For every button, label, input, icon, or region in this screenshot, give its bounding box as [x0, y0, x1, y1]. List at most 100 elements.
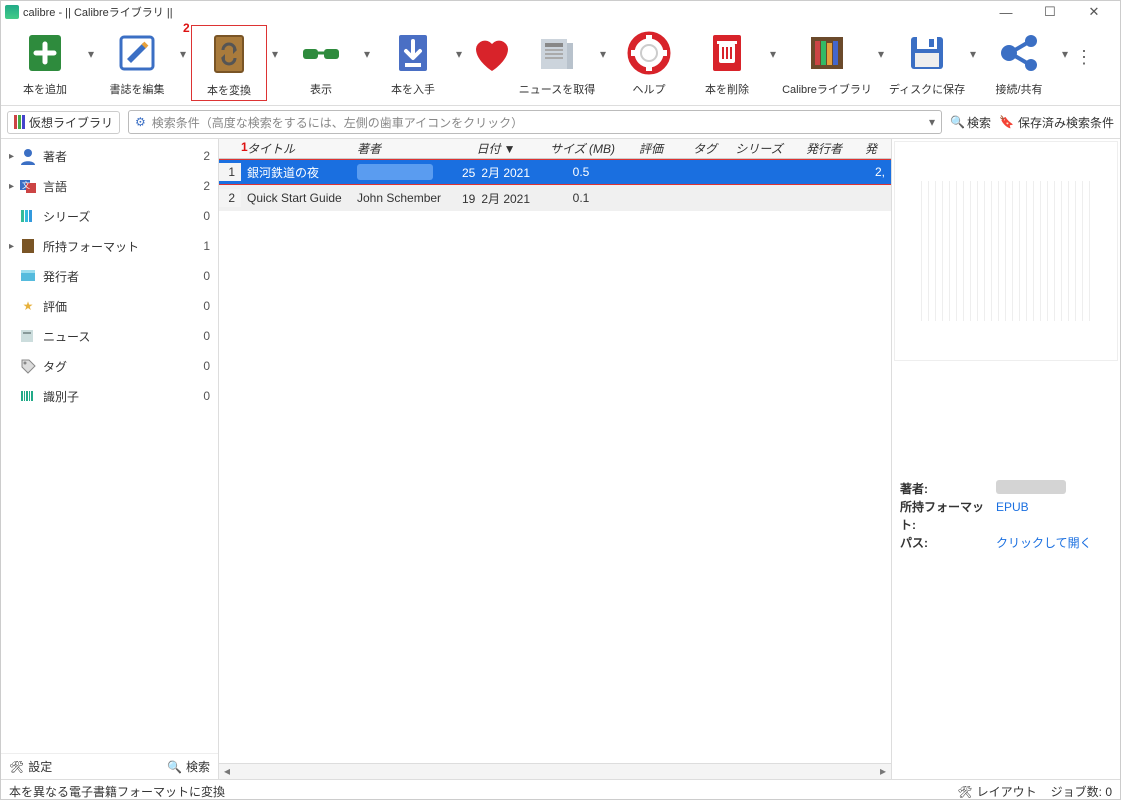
minimize-button[interactable]: —: [984, 1, 1028, 23]
barcode-icon: [19, 387, 37, 405]
tag-browser-list[interactable]: ▸ 著者 2 ▸ 文 言語 2 シリーズ 0 ▸ 所持フォーマット: [1, 139, 218, 753]
view-button[interactable]: 表示: [283, 25, 359, 99]
cell-title: 銀河鉄道の夜: [241, 162, 351, 183]
delete-dropdown[interactable]: ▾: [767, 25, 779, 61]
convert-book-label: 本を変換: [207, 82, 251, 98]
meta-path-label: パス:: [900, 534, 996, 552]
series-icon: [19, 207, 37, 225]
do-search-button[interactable]: 🔍 検索: [950, 114, 991, 131]
save-label: ディスクに保存: [889, 81, 965, 97]
glasses-icon: [297, 29, 345, 77]
sidebar-item-series[interactable]: シリーズ 0: [1, 201, 218, 231]
edit-meta-button[interactable]: 書誌を編集: [99, 25, 175, 99]
delete-book-button[interactable]: 本を削除: [689, 25, 765, 99]
save-disk-button[interactable]: ディスクに保存: [889, 25, 965, 99]
jobs-button[interactable]: ジョブ数: 0: [1051, 783, 1112, 800]
th-tag[interactable]: タグ: [681, 138, 729, 159]
main-toolbar: 2 本を追加 ▾ 書誌を編集 ▾ 本を変換 ▾ 表示 ▾ 本を入手 ▾: [1, 23, 1120, 106]
convert-book-dropdown[interactable]: ▾: [269, 25, 281, 61]
download-book-icon: [389, 29, 437, 77]
settings-button[interactable]: 🛠 設定: [9, 758, 52, 775]
cell-title: Quick Start Guide: [241, 189, 351, 207]
th-size[interactable]: サイズ (MB): [541, 138, 621, 159]
annot-2: 2: [183, 21, 190, 35]
close-button[interactable]: ✕: [1072, 1, 1116, 23]
toolbar-overflow[interactable]: ⋮: [1073, 25, 1095, 68]
help-button[interactable]: ヘルプ: [611, 25, 687, 99]
star-icon: ★: [19, 297, 37, 315]
th-rating[interactable]: 評価: [621, 138, 681, 159]
magnifier-icon: 🔍: [950, 115, 965, 129]
table-empty-area[interactable]: [219, 211, 891, 763]
wrench-icon: 🛠: [957, 785, 972, 799]
add-book-button[interactable]: 本を追加: [7, 25, 83, 99]
app-icon: [5, 5, 19, 19]
get-books-button[interactable]: 本を入手: [375, 25, 451, 99]
th-extra[interactable]: 発: [859, 138, 891, 159]
chevron-right-icon: ▸: [9, 181, 19, 192]
horizontal-scrollbar[interactable]: ◂ ▸: [219, 763, 891, 779]
add-book-dropdown[interactable]: ▾: [85, 25, 97, 61]
sidebar-item-authors[interactable]: ▸ 著者 2: [1, 141, 218, 171]
save-dropdown[interactable]: ▾: [967, 25, 979, 61]
sidebar-item-tags[interactable]: タグ 0: [1, 351, 218, 381]
cell-date: 252月 2021: [451, 162, 541, 183]
virtual-library-button[interactable]: 仮想ライブラリ: [7, 111, 120, 134]
sidebar-item-identifiers[interactable]: 識別子 0: [1, 381, 218, 411]
th-author[interactable]: 著者: [351, 138, 451, 159]
layout-button[interactable]: 🛠 レイアウト: [957, 783, 1036, 800]
sidebar-search-button[interactable]: 🔍 検索: [167, 758, 210, 775]
book-details-panel: 著者: 所持フォーマット:EPUB パス:クリックして開く: [892, 139, 1120, 779]
book-icon: [19, 237, 37, 255]
library-dropdown[interactable]: ▾: [875, 25, 887, 61]
meta-path-value[interactable]: クリックして開く: [996, 534, 1092, 552]
sidebar-item-ratings[interactable]: ★ 評価 0: [1, 291, 218, 321]
heart-button[interactable]: [467, 25, 517, 95]
main-pane: ▸ 著者 2 ▸ 文 言語 2 シリーズ 0 ▸ 所持フォーマット: [1, 139, 1120, 779]
view-dropdown[interactable]: ▾: [361, 25, 373, 61]
maximize-button[interactable]: ☐: [1028, 1, 1072, 23]
connect-dropdown[interactable]: ▾: [1059, 25, 1071, 61]
meta-format-value[interactable]: EPUB: [996, 498, 1029, 534]
library-button[interactable]: Calibreライブラリ: [781, 25, 873, 99]
table-row[interactable]: 2 Quick Start Guide John Schember 192月 2…: [219, 185, 891, 211]
person-icon: [19, 147, 37, 165]
lifebuoy-icon: [625, 29, 673, 77]
delete-label: 本を削除: [705, 81, 749, 97]
search-dropdown-icon[interactable]: ▾: [929, 115, 935, 129]
scroll-left-icon[interactable]: ◂: [219, 764, 235, 779]
cover-preview[interactable]: [894, 141, 1118, 361]
sidebar-item-publishers[interactable]: 発行者 0: [1, 261, 218, 291]
th-publisher[interactable]: 発行者: [789, 138, 859, 159]
sidebar-item-languages[interactable]: ▸ 文 言語 2: [1, 171, 218, 201]
fetch-news-button[interactable]: ニュースを取得: [519, 25, 595, 99]
sidebar-item-formats[interactable]: ▸ 所持フォーマット 1: [1, 231, 218, 261]
floppy-icon: [903, 29, 951, 77]
add-book-label: 本を追加: [23, 81, 67, 97]
title-bar: calibre - || Calibreライブラリ || — ☐ ✕: [1, 1, 1120, 23]
search-input[interactable]: ⚙ 検索条件（高度な検索をするには、左側の歯車アイコンをクリック） ▾: [128, 110, 942, 134]
share-icon: [995, 29, 1043, 77]
scroll-right-icon[interactable]: ▸: [875, 764, 891, 779]
meta-author-value[interactable]: [996, 480, 1066, 494]
th-series[interactable]: シリーズ: [729, 138, 789, 159]
connect-share-button[interactable]: 接続/共有: [981, 25, 1057, 99]
language-icon: 文: [19, 177, 37, 195]
saved-searches-button[interactable]: 🔖 保存済み検索条件: [999, 114, 1114, 131]
table-row[interactable]: 1 銀河鉄道の夜 252月 2021 0.5 2,: [219, 159, 891, 185]
sidebar-item-news[interactable]: ニュース 0: [1, 321, 218, 351]
th-title[interactable]: タイトル: [241, 138, 351, 159]
window-title: calibre - || Calibreライブラリ ||: [23, 4, 984, 20]
get-books-dropdown[interactable]: ▾: [453, 25, 465, 61]
fetch-news-dropdown[interactable]: ▾: [597, 25, 609, 61]
th-date[interactable]: 日付▼: [451, 138, 541, 159]
wrench-icon: 🛠: [9, 760, 24, 774]
annot-1: 1: [241, 140, 248, 154]
table-header[interactable]: タイトル 著者 日付▼ サイズ (MB) 評価 タグ シリーズ 発行者 発: [219, 139, 891, 159]
library-icon: [14, 115, 25, 129]
convert-book-button[interactable]: 本を変換: [191, 25, 267, 101]
gear-icon[interactable]: ⚙: [135, 115, 146, 129]
help-label: ヘルプ: [633, 81, 666, 97]
meta-author-label: 著者:: [900, 480, 996, 498]
bookshelf-icon: [803, 29, 851, 77]
